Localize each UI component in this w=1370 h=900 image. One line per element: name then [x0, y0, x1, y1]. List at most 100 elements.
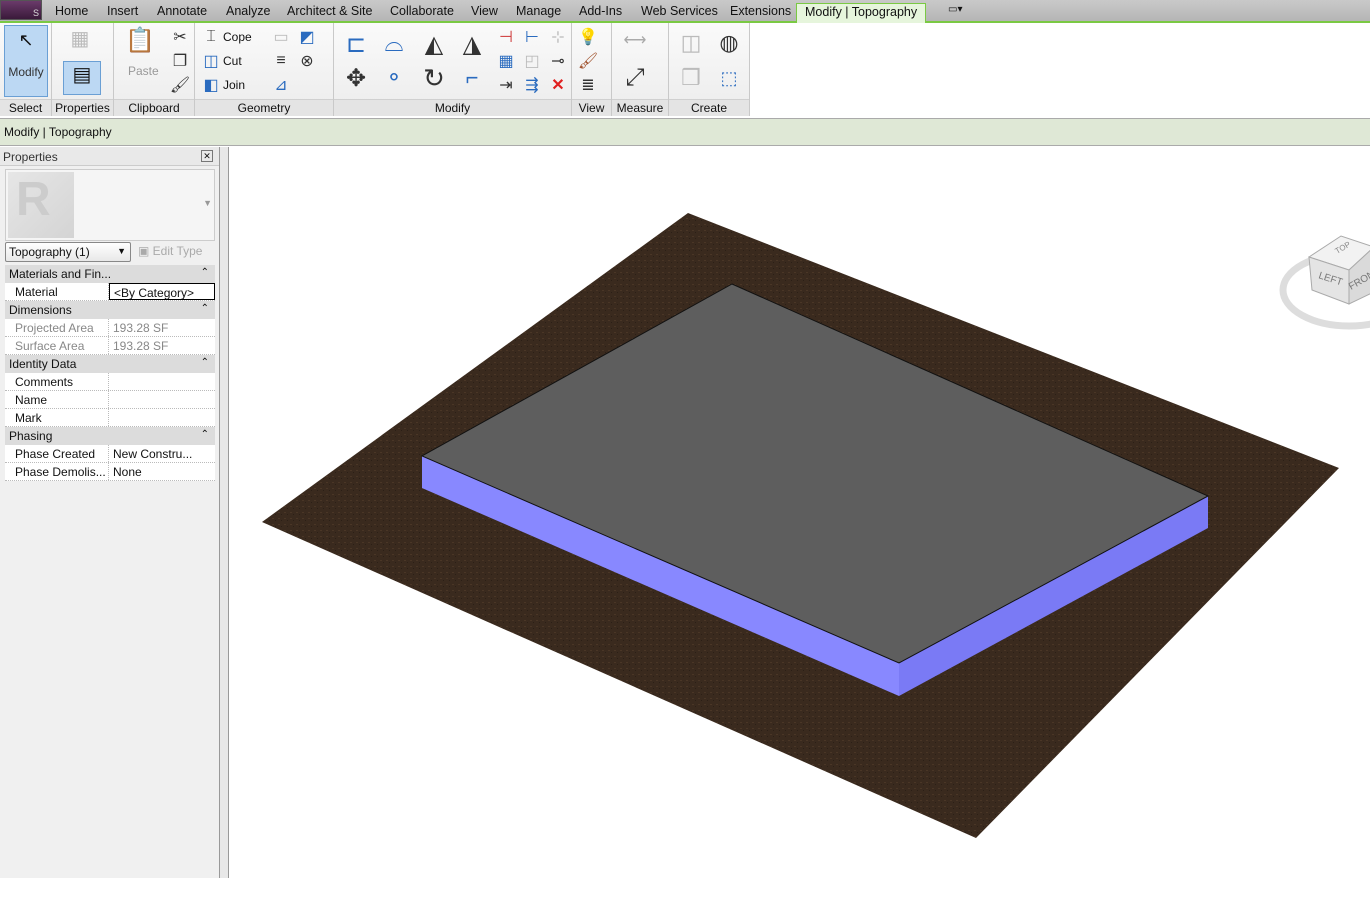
property-row: Name — [5, 391, 215, 409]
cut-scissors-icon[interactable]: ✂ — [168, 26, 192, 48]
collapse-icon[interactable]: ⌃ — [201, 303, 209, 314]
phase-created-field[interactable]: New Constru... — [109, 445, 215, 462]
tab-home[interactable]: Home — [55, 4, 88, 18]
tab-view[interactable]: View — [471, 4, 498, 18]
array-icon[interactable]: ▦ — [494, 50, 518, 72]
tab-insert[interactable]: Insert — [107, 4, 138, 18]
type-selector[interactable]: Topography (1) ▼ — [5, 242, 131, 262]
match-properties-icon[interactable]: 🖌 — [168, 74, 192, 96]
tab-add-ins[interactable]: Add-Ins — [579, 4, 622, 18]
type-preview[interactable]: R ▼ — [5, 169, 215, 241]
split-element-icon[interactable]: ⊣ — [494, 26, 518, 48]
collapse-icon[interactable]: ⌃ — [201, 429, 209, 440]
tab-modify-topography[interactable]: Modify | Topography — [796, 3, 927, 23]
tab-collaborate[interactable]: Collaborate — [390, 4, 454, 18]
close-icon[interactable]: ✕ — [201, 150, 213, 162]
name-field[interactable] — [109, 391, 215, 408]
panel-measure: ⟷ ⤢ Measure — [612, 23, 669, 116]
join-icon: ◧ — [203, 77, 219, 94]
trim-single-icon[interactable]: ⇥ — [494, 74, 518, 96]
wall-joins-icon[interactable]: ▭ — [269, 26, 293, 48]
dropdown-arrow-icon: ▼ — [117, 246, 126, 256]
tab-annotate[interactable]: Annotate — [157, 4, 207, 18]
mark-field[interactable] — [109, 409, 215, 426]
measure-distance-icon[interactable]: ⟷ — [618, 29, 652, 51]
mirror-draw-axis-icon[interactable]: ◮ — [456, 29, 488, 59]
rotate-icon[interactable]: ↻ — [418, 63, 450, 93]
tab-extensions[interactable]: Extensions — [730, 4, 791, 18]
paint-icon[interactable]: ◩ — [295, 26, 319, 48]
trim-extend-icon[interactable]: ⌐ — [456, 63, 488, 93]
cope-button[interactable]: Cope — [223, 30, 252, 44]
collapse-icon[interactable]: ⌃ — [201, 357, 209, 368]
section-materials[interactable]: Materials and Fin... ⌃ — [5, 265, 215, 283]
panel-geometry: ⌶ Cope ◫ Cut ◧ Join ▭ ◩ ≡ ⊗ ⊿ Geometry — [195, 23, 334, 116]
material-field[interactable]: <By Category> — [109, 283, 215, 300]
properties-palette: Properties ✕ R ▼ Topography (1) ▼ ▣ Edit … — [0, 147, 220, 878]
offset-icon[interactable]: ⌓ — [378, 29, 410, 59]
join-button[interactable]: Join — [223, 78, 245, 92]
demolish-icon[interactable]: ⊗ — [295, 50, 319, 72]
cut-geometry-button[interactable]: Cut — [223, 54, 242, 68]
application-menu-button[interactable]: S — [0, 0, 42, 20]
tab-manage[interactable]: Manage — [516, 4, 561, 18]
paste-icon: 📋 — [125, 26, 155, 54]
trim-multiple-icon[interactable]: ⇶ — [520, 74, 544, 96]
copy-icon[interactable]: ❐ — [168, 50, 192, 72]
move-icon[interactable]: ✥ — [340, 63, 372, 93]
property-row: Phase Created New Constru... — [5, 445, 215, 463]
split-face-icon[interactable]: ≡ — [269, 50, 293, 72]
section-dimensions[interactable]: Dimensions ⌃ — [5, 301, 215, 319]
aligned-dimension-icon[interactable]: ⤢ — [618, 63, 652, 93]
viewcube[interactable]: TOP LEFT FRONT — [1279, 232, 1370, 332]
property-row: Surface Area 193.28 SF — [5, 337, 215, 355]
property-row: Phase Demolis... None — [5, 463, 215, 481]
panel-view: 💡 🖌 ≣ View — [572, 23, 612, 116]
section-phasing[interactable]: Phasing ⌃ — [5, 427, 215, 445]
mirror-pick-axis-icon[interactable]: ◭ — [418, 29, 450, 59]
scale-icon[interactable]: ◰ — [520, 50, 544, 72]
pin-icon[interactable]: ⊸ — [546, 50, 570, 72]
ribbon-minimize-icon[interactable]: ▭▾ — [948, 4, 962, 15]
panel-clipboard: 📋 Paste ✂ ❐ 🖌 Clipboard — [114, 23, 195, 116]
revit-logo-icon: R — [8, 172, 74, 238]
phase-demolished-field[interactable]: None — [109, 463, 215, 480]
edit-type-button[interactable]: ▣ Edit Type — [138, 244, 202, 258]
ribbon-tab-bar: S Home Insert Annotate Analyze Architect… — [0, 0, 1370, 23]
align-icon[interactable]: ⊏ — [340, 29, 372, 59]
palette-splitter[interactable] — [220, 147, 228, 878]
section-identity-data[interactable]: Identity Data ⌃ — [5, 355, 215, 373]
split-gap-icon[interactable]: ⊢ — [520, 26, 544, 48]
create-similar-icon[interactable]: ⬚ — [713, 63, 745, 93]
override-graphics-icon[interactable]: 🖌 — [576, 50, 600, 72]
comments-field[interactable] — [109, 373, 215, 390]
chevron-down-icon: ▼ — [203, 198, 212, 208]
lightbulb-icon[interactable]: 💡 — [576, 26, 600, 48]
unpin-icon[interactable]: ⊹ — [546, 26, 570, 48]
cut-geometry-icon: ◫ — [203, 53, 219, 70]
panel-create: ◫ ◍ ❒ ⬚ Create — [669, 23, 750, 116]
create-group-icon[interactable]: ❒ — [675, 63, 707, 93]
collapse-icon[interactable]: ⌃ — [201, 267, 209, 278]
properties-button[interactable]: ▤ — [63, 61, 101, 95]
modify-button[interactable]: ↖ Modify — [4, 25, 48, 97]
tab-web-services[interactable]: Web Services — [641, 4, 718, 18]
cursor-arrow-icon: ↖ — [18, 30, 34, 50]
paste-button[interactable]: Paste — [128, 64, 159, 78]
panel-select: ↖ Modify Select — [0, 23, 52, 116]
panel-modify: ⊏ ⌓ ◭ ◮ ✥ ⚬ ↻ ⌐ ⊣ ⊢ ⊹ ▦ ◰ ⊸ ⇥ ⇶ ✕ Modify — [334, 23, 572, 116]
create-part-icon[interactable]: ◍ — [713, 28, 745, 58]
create-assembly-icon[interactable]: ◫ — [675, 28, 707, 58]
copy-element-icon[interactable]: ⚬ — [378, 63, 410, 93]
property-row: Material <By Category> — [5, 283, 215, 301]
properties-grid: Materials and Fin... ⌃ Material <By Catego… — [5, 265, 215, 481]
tab-analyze[interactable]: Analyze — [226, 4, 270, 18]
property-row: Comments — [5, 373, 215, 391]
edit-type-icon: ▣ — [138, 244, 153, 258]
align-pen-icon[interactable]: ⊿ — [269, 74, 293, 96]
delete-icon[interactable]: ✕ — [546, 74, 570, 96]
linework-icon[interactable]: ≣ — [576, 74, 600, 96]
tab-architect-site[interactable]: Architect & Site — [287, 4, 372, 18]
property-row: Projected Area 193.28 SF — [5, 319, 215, 337]
3d-view-canvas[interactable]: TOP LEFT FRONT — [228, 147, 1370, 878]
